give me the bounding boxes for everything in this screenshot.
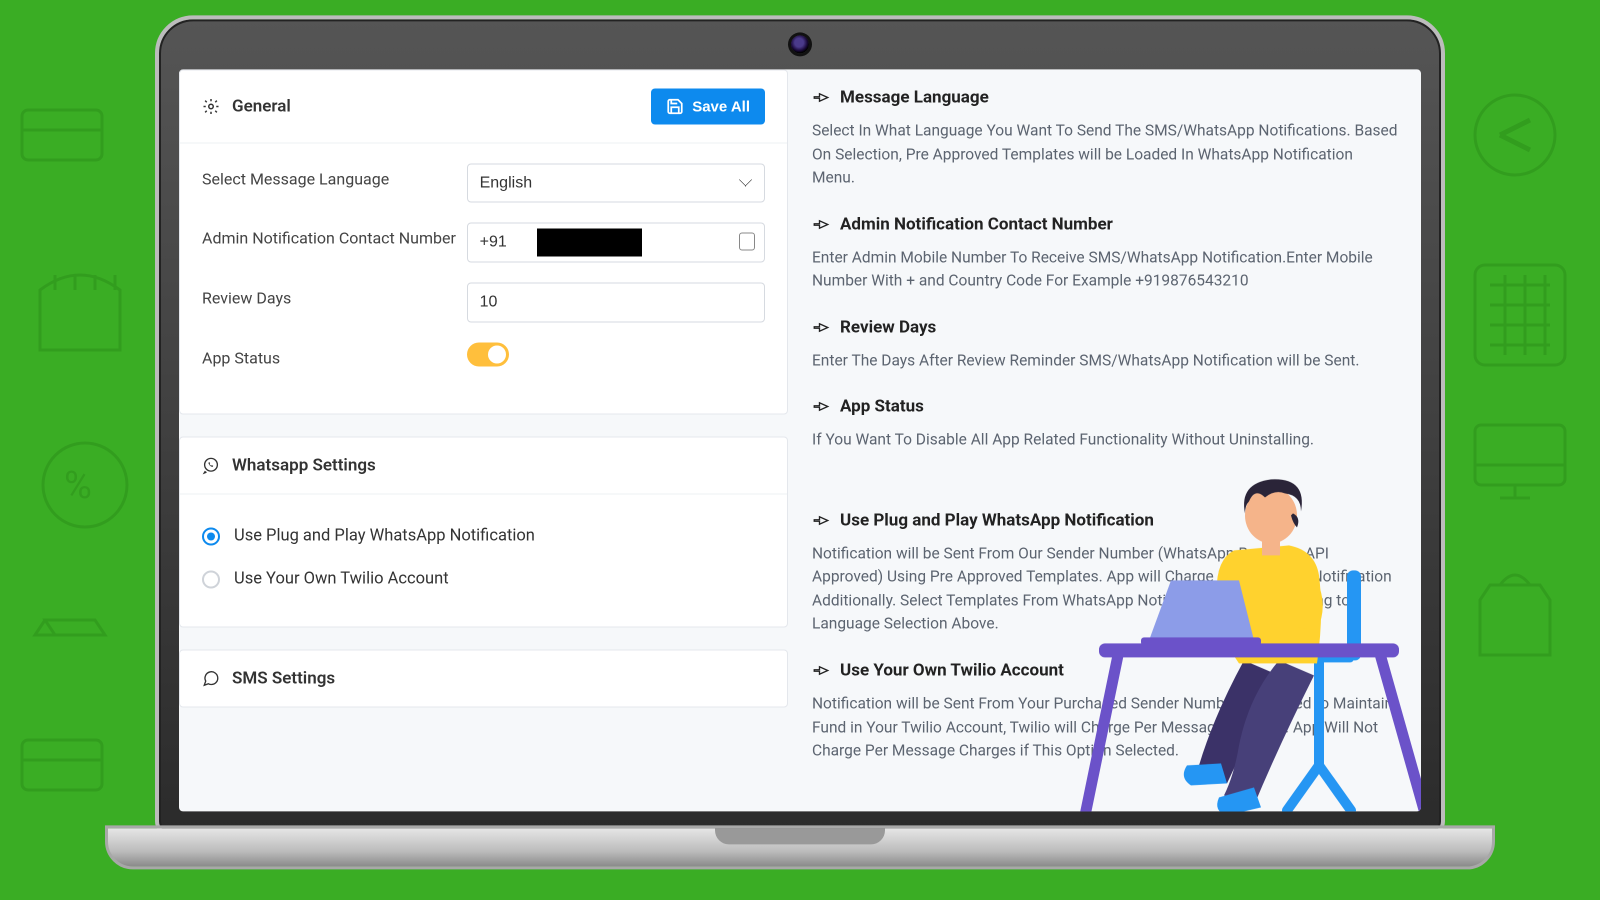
- whatsapp-icon: [202, 456, 220, 474]
- radio-icon: [202, 570, 220, 588]
- radio-twilio-label: Use Your Own Twilio Account: [234, 569, 449, 588]
- help-review-title: Review Days: [840, 317, 936, 337]
- radio-icon: [202, 527, 220, 545]
- help-admin-title: Admin Notification Contact Number: [840, 214, 1113, 234]
- gear-icon: [202, 97, 220, 115]
- general-panel: General Save All: [179, 69, 788, 414]
- point-right-icon: [812, 810, 830, 811]
- help-msg-lang-text: Select In What Language You Want To Send…: [812, 119, 1399, 190]
- general-heading: General: [232, 96, 291, 116]
- save-icon: [666, 97, 684, 115]
- save-all-label: Save All: [692, 98, 750, 115]
- language-select[interactable]: English: [467, 163, 765, 202]
- help-column: Message Language Select In What Language…: [800, 69, 1421, 811]
- language-label: Select Message Language: [202, 163, 467, 188]
- review-days-label: Review Days: [202, 282, 467, 307]
- help-status-text: If You Want To Disable All App Related F…: [812, 429, 1399, 453]
- redacted-phone: [537, 228, 642, 256]
- app-status-toggle[interactable]: [467, 342, 509, 366]
- radio-own-twilio[interactable]: Use Your Own Twilio Account: [202, 557, 765, 600]
- help-review-text: Enter The Days After Review Reminder SMS…: [812, 349, 1399, 373]
- radio-plug-label: Use Plug and Play WhatsApp Notification: [234, 526, 535, 545]
- point-right-icon: [812, 398, 830, 416]
- point-right-icon: [812, 215, 830, 233]
- app-screen: General Save All: [179, 69, 1421, 811]
- whatsapp-panel: Whatsapp Settings Use Plug and Play What…: [179, 436, 788, 627]
- point-right-icon: [812, 318, 830, 336]
- contact-card-icon: [739, 232, 755, 250]
- point-right-icon: [812, 661, 830, 679]
- laptop-frame: General Save All: [155, 15, 1445, 835]
- sms-heading: SMS Settings: [232, 668, 335, 688]
- svg-text:%: %: [64, 464, 92, 508]
- laptop-base: [105, 825, 1495, 869]
- radio-plug-and-play[interactable]: Use Plug and Play WhatsApp Notification: [202, 514, 765, 557]
- help-wa-twilio-title: Use Your Own Twilio Account: [840, 660, 1064, 680]
- admin-contact-label: Admin Notification Contact Number: [202, 222, 467, 247]
- help-sms-plug-title: Use Plug and Play SMS Notification: [840, 809, 1111, 811]
- point-right-icon: [812, 511, 830, 529]
- help-wa-twilio-text: Notification will be Sent From Your Purc…: [812, 692, 1399, 763]
- whatsapp-heading: Whatsapp Settings: [232, 455, 376, 475]
- help-wa-plug-text: Notification will be Sent From Our Sende…: [812, 542, 1399, 636]
- help-wa-plug-title: Use Plug and Play WhatsApp Notification: [840, 510, 1154, 530]
- help-msg-lang-title: Message Language: [840, 87, 989, 107]
- chat-icon: [202, 669, 220, 687]
- review-days-input[interactable]: [467, 282, 765, 322]
- app-status-label: App Status: [202, 342, 467, 367]
- sms-panel: SMS Settings: [179, 649, 788, 707]
- help-admin-text: Enter Admin Mobile Number To Receive SMS…: [812, 246, 1399, 293]
- save-all-button[interactable]: Save All: [651, 88, 765, 124]
- point-right-icon: [812, 88, 830, 106]
- webcam: [791, 35, 809, 53]
- help-status-title: App Status: [840, 397, 924, 417]
